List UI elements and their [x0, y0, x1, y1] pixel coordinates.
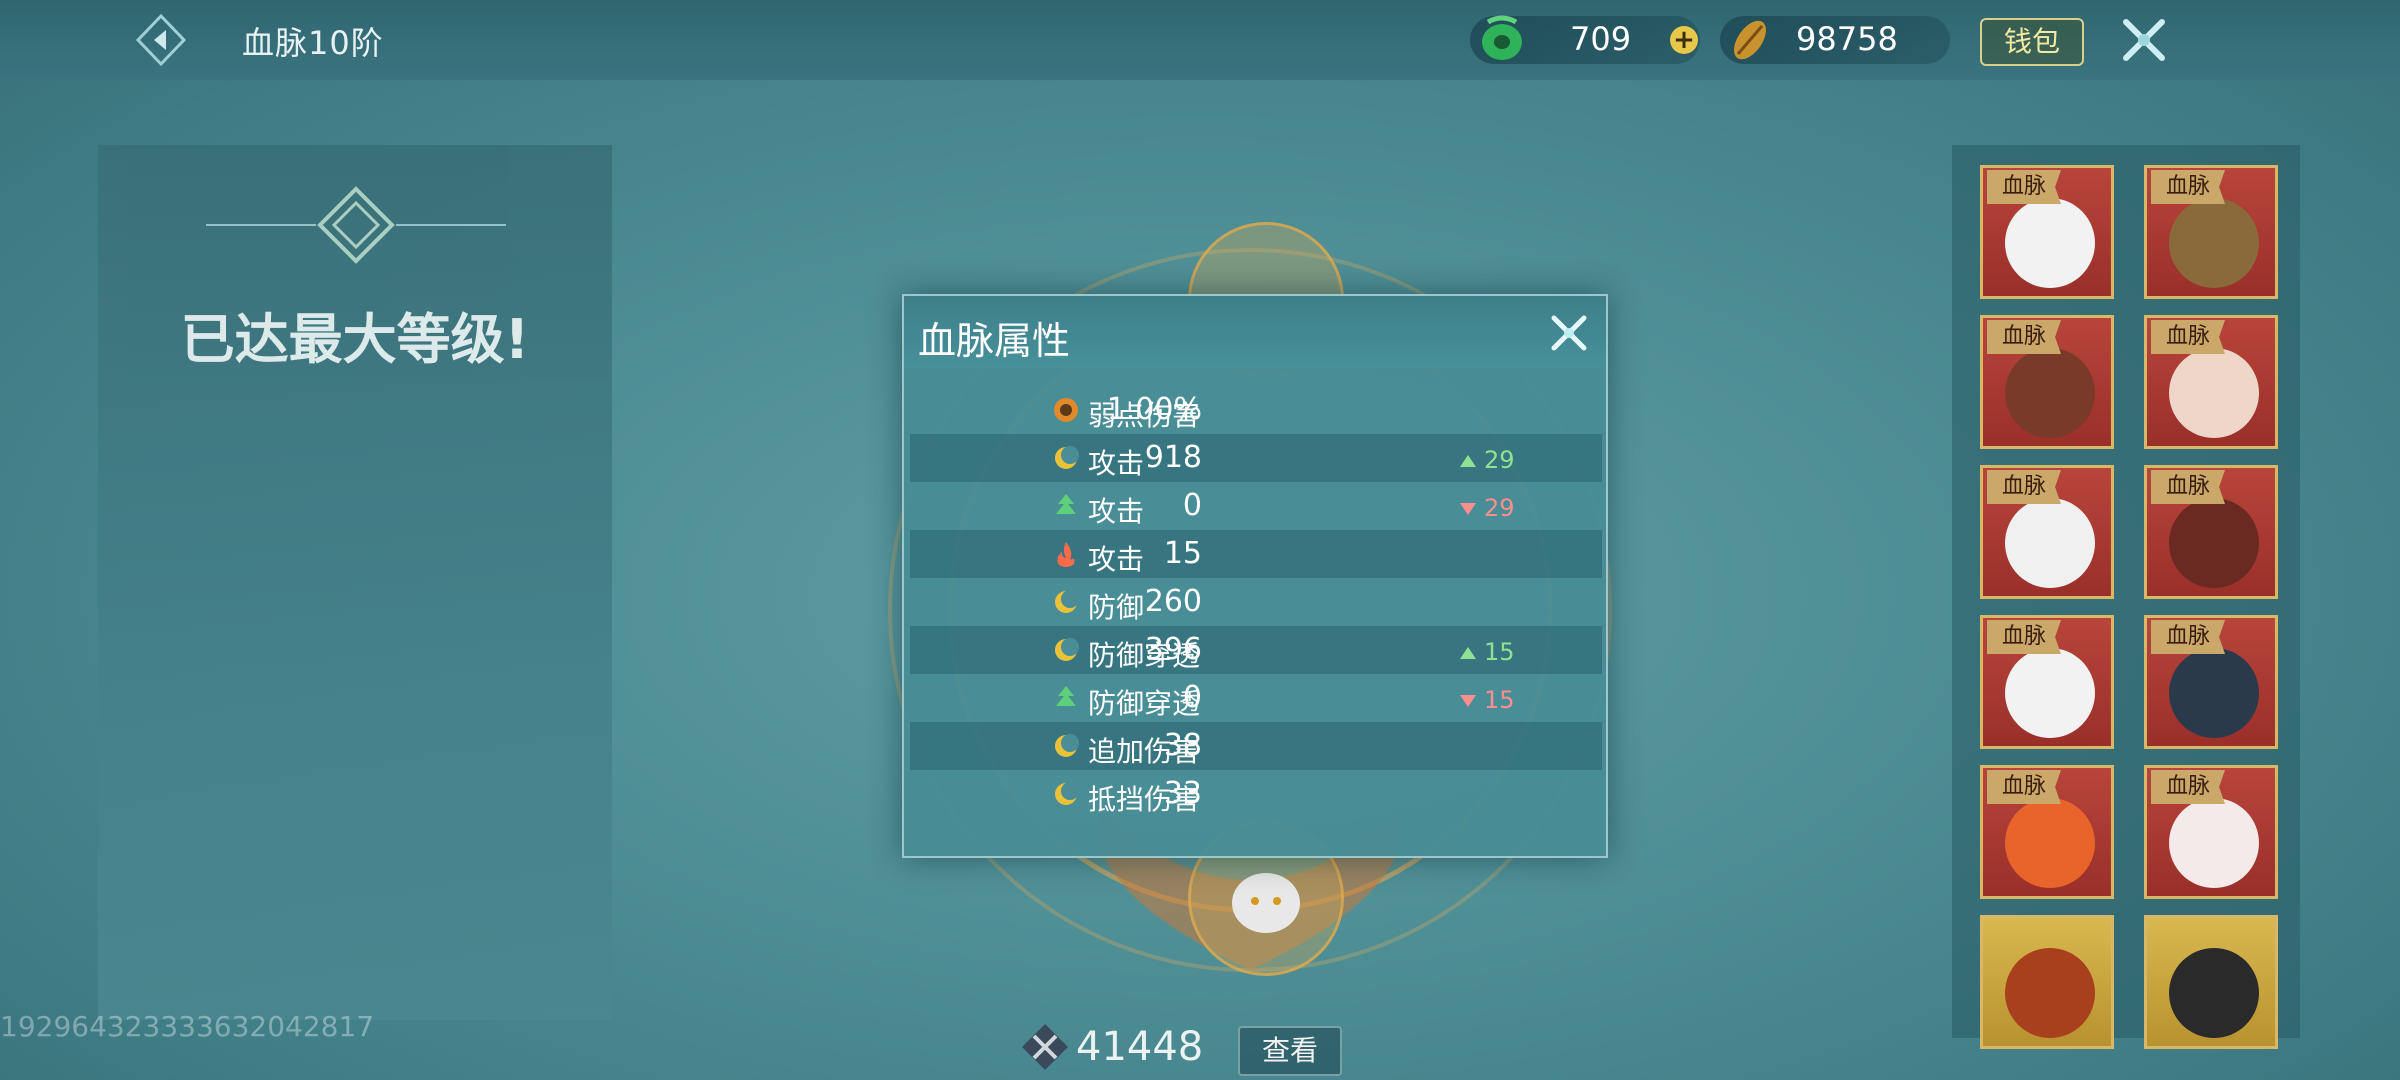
bloodline-card-black-dragon[interactable]: [2144, 915, 2278, 1049]
attribute-value: 918: [1144, 440, 1202, 475]
attribute-row: 攻击 918 29: [910, 434, 1602, 482]
bloodline-tag: 血脉: [2151, 620, 2225, 654]
gold-leaf-icon: [1726, 14, 1774, 68]
bloodline-tag: 血脉: [2151, 470, 2225, 504]
attribute-delta: 29: [1460, 494, 1515, 522]
max-level-text: 已达最大等级!: [180, 308, 530, 371]
gold-value: 98758: [1796, 20, 1898, 58]
attribute-value: 0: [1182, 488, 1202, 523]
add-currency-button[interactable]: +: [1670, 26, 1698, 54]
attribute-list: 弱点伤害 1.00% 攻击 918 29 攻击 0 29 攻击 15 防御 260 防御穿透 396 15 防…: [910, 386, 1602, 818]
bloodline-card-blue-dragon[interactable]: 血脉: [2144, 615, 2278, 749]
bloodline-card-white-rabbit[interactable]: 血脉: [2144, 765, 2278, 899]
bloodline-card-white-wolf[interactable]: 血脉: [1980, 615, 2114, 749]
phoenix-icon: [2005, 798, 2095, 888]
view-button[interactable]: 查看: [1238, 1026, 1342, 1076]
popup-close-button[interactable]: [1542, 306, 1596, 360]
panda-icon: [2005, 198, 2095, 288]
attribute-value: 0: [1182, 680, 1202, 715]
bloodline-tag: 血脉: [1987, 470, 2061, 504]
attribute-row: 防御 260: [910, 578, 1602, 626]
bloodline-card-dragon-red[interactable]: 血脉: [1980, 315, 2114, 449]
bloodline-tag: 血脉: [2151, 770, 2225, 804]
uid-text: 192964323333632042817: [0, 1010, 375, 1043]
bloodline-tag: 血脉: [1987, 770, 2061, 804]
back-button[interactable]: [130, 12, 192, 68]
attribute-value: 1.00%: [1106, 392, 1202, 427]
emblem-icon: [206, 185, 506, 265]
attribute-delta: 29: [1460, 446, 1515, 474]
bloodline-tag: 血脉: [2151, 170, 2225, 204]
close-icon: [1551, 315, 1587, 351]
popup-title: 血脉属性: [918, 319, 1071, 363]
close-button[interactable]: [2112, 8, 2176, 72]
bloodline-card-white-cat[interactable]: 血脉: [1980, 465, 2114, 599]
popup-header: 血脉属性: [904, 296, 1606, 368]
attribute-popup: 血脉属性 弱点伤害 1.00% 攻击 918 29 攻击 0 29 攻击 15 防御 260 防御穿透 3…: [902, 294, 1608, 858]
jade-value: 709: [1570, 20, 1632, 58]
bloodline-tag: 血脉: [1987, 170, 2061, 204]
attribute-row: 攻击 15: [910, 530, 1602, 578]
bloodline-card-red-beast[interactable]: 血脉: [2144, 465, 2278, 599]
bloodline-tag: 血脉: [2151, 320, 2225, 354]
lion-icon: [2169, 348, 2259, 438]
attribute-value: 396: [1144, 632, 1202, 667]
top-bar: 血脉10阶 709 + 98758 钱包: [0, 0, 2400, 80]
red-beast-icon: [2169, 498, 2259, 588]
jade-icon: [1478, 14, 1526, 68]
attribute-delta: 15: [1460, 686, 1515, 714]
attribute-delta: 15: [1460, 638, 1515, 666]
attribute-row: 抵挡伤害 33: [910, 770, 1602, 818]
attribute-row: 防御穿透 396 15: [910, 626, 1602, 674]
bloodline-tag: 血脉: [1987, 320, 2061, 354]
wallet-button[interactable]: 钱包: [1980, 18, 2084, 66]
arrow-down-icon: [1460, 503, 1476, 515]
attribute-value: 15: [1163, 536, 1202, 571]
power-icon: [1020, 1022, 1070, 1072]
bloodline-card-red-panda[interactable]: [1980, 915, 2114, 1049]
arrow-up-icon: [1460, 647, 1476, 659]
bloodline-card-lion[interactable]: 血脉: [2144, 315, 2278, 449]
dragon-red-icon: [2005, 348, 2095, 438]
attribute-value: 33: [1163, 776, 1202, 811]
attribute-row: 防御穿透 0 15: [910, 674, 1602, 722]
bloodline-tag: 血脉: [1987, 620, 2061, 654]
red-panda-icon: [2005, 948, 2095, 1038]
power-value: 41448: [1076, 1024, 1204, 1070]
wolf-dragon-icon: [2169, 198, 2259, 288]
white-cat-icon: [2005, 498, 2095, 588]
close-icon: [2123, 19, 2165, 61]
bloodline-card-wolf-dragon[interactable]: 血脉: [2144, 165, 2278, 299]
page-title: 血脉10阶: [242, 24, 384, 62]
attribute-value: 38: [1163, 728, 1202, 763]
attribute-row: 追加伤害 38: [910, 722, 1602, 770]
arrow-down-icon: [1460, 695, 1476, 707]
white-wolf-icon: [2005, 648, 2095, 738]
attribute-row: 攻击 0 29: [910, 482, 1602, 530]
left-panel: 已达最大等级!: [98, 145, 612, 1020]
back-arrow-icon: [135, 13, 187, 67]
arrow-up-icon: [1460, 455, 1476, 467]
white-rabbit-icon: [2169, 798, 2259, 888]
attribute-value: 260: [1144, 584, 1202, 619]
blue-dragon-icon: [2169, 648, 2259, 738]
bloodline-card-panda[interactable]: 血脉: [1980, 165, 2114, 299]
black-dragon-icon: [2169, 948, 2259, 1038]
attribute-row: 弱点伤害 1.00%: [910, 386, 1602, 434]
bloodline-card-phoenix[interactable]: 血脉: [1980, 765, 2114, 899]
